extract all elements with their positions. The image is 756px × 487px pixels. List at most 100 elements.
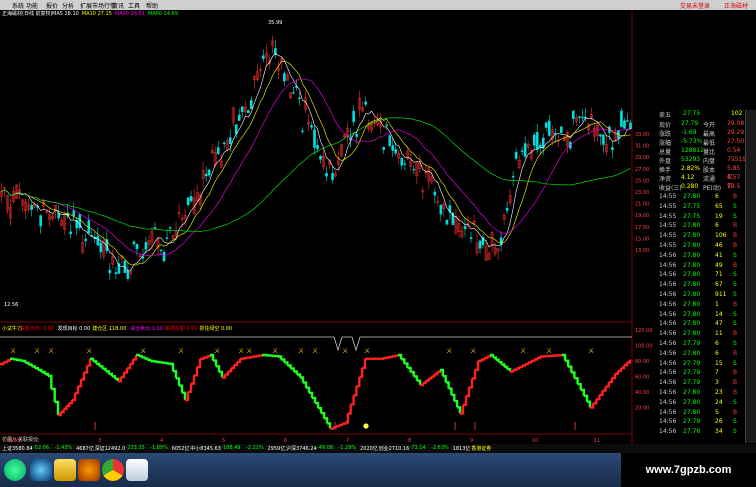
menu-item-6[interactable]: 工具 (128, 1, 140, 10)
tick-row-17-cell: 27.79 (683, 359, 701, 367)
candle-body (511, 175, 515, 178)
candle-body (581, 116, 584, 119)
signal-dot (363, 423, 369, 429)
tick-row-23: 14:56 27.79 26 S (633, 418, 745, 427)
oscillator-step (34, 367, 40, 370)
menu-item-1[interactable]: 功能 (26, 1, 38, 10)
status-item-3: 4687亿 (76, 446, 94, 452)
windows-taskbar (0, 453, 621, 487)
oscillator-step (345, 413, 350, 424)
signal-arrow-icon: ㄨ (446, 348, 452, 355)
oscillator-step (231, 365, 236, 370)
quote-row-5-cell: 股本 (703, 167, 716, 174)
oscillator-step (466, 387, 471, 398)
tick-row-13-cell: 47 (715, 320, 723, 328)
candle-body (355, 133, 358, 137)
candle-body (505, 207, 509, 211)
tick-row-14-cell: B (733, 330, 738, 338)
menu-item-7[interactable]: 帮助 (146, 1, 158, 10)
menu-right-0[interactable]: 交易未登录 (680, 1, 710, 10)
oscillator-step (96, 362, 101, 367)
chrome-icon[interactable] (102, 459, 124, 481)
tick-row-22: 14:56 27.80 5 B (633, 409, 745, 418)
bottom-tab-1[interactable]: 关联报价 (18, 436, 38, 443)
menu-item-0[interactable]: 系统 (12, 1, 24, 10)
oscillator-step (565, 359, 570, 367)
candlestick-chart[interactable]: 正海磁材(日线 前复权) MA5 28.10 MA10 27.15 MA20 28.5… (0, 10, 633, 444)
tick-row-21-cell: 14:56 (659, 398, 677, 406)
menu-item-2[interactable]: 报价 (46, 1, 58, 10)
oscillator-step (608, 378, 614, 384)
oscillator-step (144, 357, 149, 360)
oscillator-step (60, 409, 65, 414)
quote-row-3-cell: 量比 (703, 149, 716, 156)
oscillator-step (78, 379, 83, 388)
candle-body (385, 124, 389, 126)
oscillator-step (69, 400, 74, 405)
oscillator-step (290, 367, 295, 372)
candle-body (602, 134, 605, 145)
oscillator-step (249, 355, 254, 359)
right-scrollbar[interactable] (745, 110, 756, 443)
signal-arrow-icon: ㄨ (140, 348, 146, 355)
bottom-tab-0[interactable]: 扩展八 (2, 436, 17, 443)
sub-indicator-2: 发现目标 0.00 (58, 325, 91, 332)
quote-row-7-cell: 74.5 (727, 183, 741, 190)
oscillator-step (495, 358, 500, 363)
candle-body (523, 143, 527, 157)
oscillator-step (498, 360, 503, 365)
oscillator-step (284, 361, 289, 366)
quote-row-1-cell: 29.29 (727, 129, 745, 136)
oscillator-step (481, 358, 486, 361)
tick-row-16-cell: 6 (715, 349, 719, 357)
tick-row-10: 14:56 27.80 911 S (633, 291, 745, 300)
menu-item-4[interactable]: 扩展市场行情 (80, 1, 116, 10)
oscillator-step (487, 355, 492, 358)
oscillator-step (300, 376, 305, 383)
oscillator-step (81, 372, 86, 381)
candle-body (547, 120, 551, 136)
tick-row-1-cell: 14:55 (659, 202, 677, 210)
start-button-icon[interactable] (4, 459, 26, 481)
tick-row-4-cell: B (733, 232, 738, 240)
menu-right-1[interactable]: 正海磁材 (724, 1, 748, 10)
oscillator-step (401, 358, 406, 364)
candle-body (629, 122, 632, 129)
browser-icon[interactable] (30, 459, 52, 481)
oscillator-step (3, 360, 8, 364)
tick-row-21-cell: S (733, 398, 737, 406)
sub-indicator-3: 建仓区 118.00 (92, 325, 126, 332)
candle-body (216, 147, 220, 155)
tick-row-2: 14:55 27.75 19 S (633, 213, 745, 222)
trading-app-icon[interactable] (126, 459, 148, 481)
quote-row-2-cell: 涨幅 (659, 140, 672, 147)
oscillator-step (99, 365, 104, 369)
quote-row-2-cell: 最低 (703, 140, 716, 147)
folder-icon[interactable] (54, 459, 76, 481)
candle-body (108, 269, 112, 274)
candle-body (249, 100, 253, 110)
quote-panel: 卖五 27.75 102 现价 27.79 今开 29.08 涨跌 -1.69 最高 29.29 涨幅… (633, 110, 746, 443)
tick-row-3-cell: 6 (715, 222, 719, 230)
oscillator-step (339, 423, 344, 427)
quote-row-1: 涨跌 -1.69 最高 29.29 (633, 129, 745, 138)
tick-row-0-cell: B (733, 193, 738, 200)
oscillator-step (583, 394, 589, 402)
media-player-icon[interactable] (78, 459, 100, 481)
low-price-label: 12.56 (4, 302, 18, 308)
oscillator-step (105, 370, 110, 374)
oscillator-step (63, 406, 68, 411)
oscillator-step (425, 378, 430, 382)
candle-body (352, 110, 355, 122)
oscillator-step (386, 356, 391, 359)
candle-body (313, 129, 316, 148)
oscillator-step (240, 357, 245, 360)
tick-row-9-cell: 67 (715, 281, 723, 289)
oscillator-step (404, 362, 409, 368)
menu-item-3[interactable]: 分析 (62, 1, 74, 10)
tick-row-22-cell: 27.80 (683, 408, 701, 416)
candle-body (237, 114, 241, 121)
candle-body (535, 132, 539, 150)
candle-body (364, 101, 367, 105)
menu-item-5[interactable]: 资讯 (112, 1, 124, 10)
